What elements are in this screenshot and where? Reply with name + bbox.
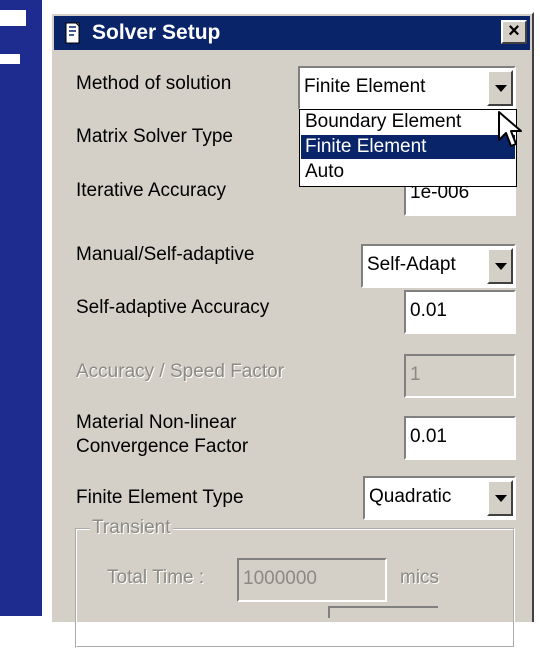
convergence-factor-value: 0.01 <box>410 426 447 447</box>
self-adaptive-accuracy-label: Self-adaptive Accuracy <box>76 297 270 318</box>
total-time-label: Total Time : <box>107 567 205 588</box>
accuracy-speed-factor-label: Accuracy / Speed Factor <box>76 361 285 382</box>
finite-element-type-value: Quadratic <box>369 486 452 507</box>
accuracy-speed-factor-value: 1 <box>410 364 421 385</box>
background-notch <box>0 10 26 26</box>
mouse-pointer-icon <box>498 111 522 147</box>
finite-element-type-combo[interactable]: Quadratic <box>363 476 516 520</box>
background-window-edge <box>0 0 42 616</box>
dropdown-option-finite-element[interactable]: Finite Element <box>301 135 515 159</box>
method-dropdown-button[interactable] <box>487 70 513 106</box>
convergence-factor-label: Convergence Factor <box>76 436 249 457</box>
material-nonlinear-label: Material Non-linear <box>76 412 237 433</box>
method-of-solution-value: Finite Element <box>304 76 426 97</box>
chevron-down-icon <box>495 495 507 502</box>
manual-self-adaptive-label: Manual/Self-adaptive <box>76 244 255 265</box>
chevron-down-icon <box>495 263 507 270</box>
matrix-solver-type-label: Matrix Solver Type <box>76 126 233 147</box>
iterative-accuracy-label: Iterative Accuracy <box>76 180 226 201</box>
method-of-solution-combo[interactable]: Finite Element <box>298 66 516 110</box>
fe-type-dropdown-button[interactable] <box>487 480 513 516</box>
dropdown-option-boundary-element[interactable]: Boundary Element <box>301 110 515 134</box>
convergence-factor-input[interactable]: 0.01 <box>404 416 516 460</box>
background-notch <box>0 54 20 64</box>
app-document-icon <box>65 22 80 44</box>
transient-group-title: Transient <box>90 517 173 539</box>
chevron-down-icon <box>495 85 507 92</box>
dialog-title: Solver Setup <box>92 21 221 44</box>
method-of-solution-label: Method of solution <box>76 73 232 94</box>
total-time-input: 1000000 <box>237 558 387 602</box>
manual-self-adaptive-value: Self-Adapt <box>367 254 456 275</box>
accuracy-speed-factor-input: 1 <box>404 354 516 398</box>
self-adaptive-accuracy-value: 0.01 <box>410 300 447 321</box>
method-dropdown-list: Boundary Element Finite Element Auto <box>299 109 517 187</box>
close-icon: × <box>508 20 520 42</box>
finite-element-type-label: Finite Element Type <box>76 487 244 508</box>
manual-self-adaptive-combo[interactable]: Self-Adapt <box>361 244 516 288</box>
dropdown-option-auto[interactable]: Auto <box>301 160 515 184</box>
total-time-units: mics <box>400 567 440 588</box>
self-adaptive-accuracy-input[interactable]: 0.01 <box>404 290 516 334</box>
total-time-value: 1000000 <box>243 568 317 589</box>
manual-dropdown-button[interactable] <box>487 248 513 284</box>
close-button[interactable]: × <box>501 20 527 44</box>
transient-next-field <box>328 606 438 618</box>
title-bar: Solver Setup × <box>54 16 530 50</box>
